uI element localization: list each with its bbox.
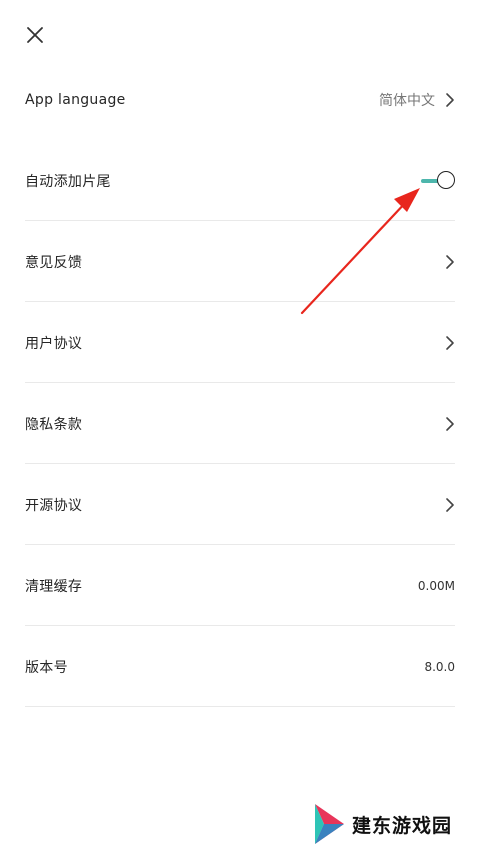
watermark-logo-icon xyxy=(315,804,344,844)
watermark: 建东游戏园 xyxy=(312,802,452,846)
setting-clear-cache[interactable]: 清理缓存 0.00M xyxy=(25,545,455,626)
cache-size-value: 0.00M xyxy=(417,578,455,593)
setting-label: 隐私条款 xyxy=(25,416,83,433)
chevron-right-icon xyxy=(445,335,455,351)
chevron-right-icon xyxy=(445,92,455,108)
settings-list: App language 简体中文 自动添加片尾 意见反馈 用户协议 隐私条款 xyxy=(25,60,455,707)
setting-label: 开源协议 xyxy=(25,497,83,514)
watermark-text: 建东游戏园 xyxy=(352,814,453,837)
toggle-knob xyxy=(437,170,455,189)
setting-app-language[interactable]: App language 简体中文 xyxy=(25,60,455,140)
language-value: 简体中文 xyxy=(379,93,435,109)
auto-add-outro-toggle[interactable] xyxy=(421,170,455,192)
setting-version: 版本号 8.0.0 xyxy=(25,626,455,707)
setting-label: 版本号 xyxy=(25,659,68,676)
setting-feedback[interactable]: 意见反馈 xyxy=(25,221,455,302)
setting-label: 意见反馈 xyxy=(25,254,83,271)
setting-privacy-policy[interactable]: 隐私条款 xyxy=(25,383,455,464)
chevron-right-icon xyxy=(445,416,455,432)
close-icon xyxy=(27,27,43,43)
setting-open-source[interactable]: 开源协议 xyxy=(25,464,455,545)
setting-label: 清理缓存 xyxy=(25,578,83,595)
version-value: 8.0.0 xyxy=(424,659,455,674)
setting-user-agreement[interactable]: 用户协议 xyxy=(25,302,455,383)
close-button[interactable] xyxy=(22,22,48,48)
chevron-right-icon xyxy=(445,497,455,513)
setting-label: 自动添加片尾 xyxy=(25,173,111,190)
setting-label: 用户协议 xyxy=(25,335,83,352)
setting-label: App language xyxy=(25,92,126,108)
chevron-right-icon xyxy=(445,254,455,270)
setting-auto-add-outro: 自动添加片尾 xyxy=(25,140,455,221)
